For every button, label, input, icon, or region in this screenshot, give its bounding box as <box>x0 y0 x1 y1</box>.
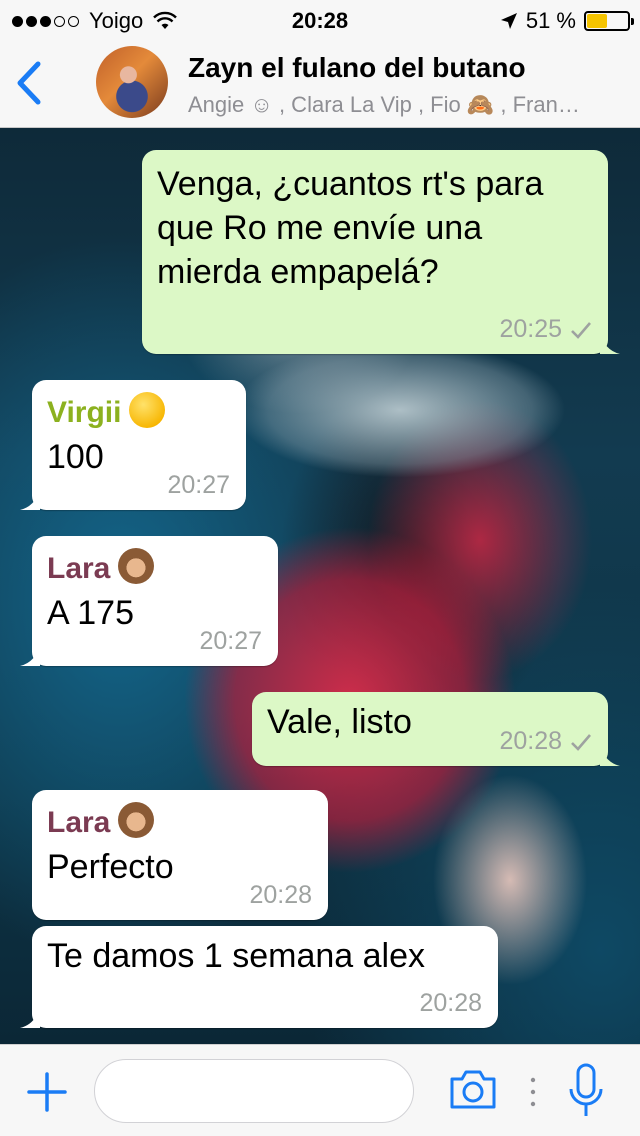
message-time: 20:28 <box>419 989 482 1017</box>
message-bubble[interactable]: Te damos 1 semana alex 20:28 <box>20 926 498 1028</box>
check-icon <box>571 733 591 751</box>
see-no-evil-monkey-icon <box>118 802 155 838</box>
message-bubble[interactable]: Venga, ¿cuantos rt's para que Ro me enví… <box>142 150 620 354</box>
message-bubble[interactable]: Lara A 175 20:27 <box>20 536 278 666</box>
message-time: 20:27 <box>167 471 230 499</box>
message-time: 20:27 <box>199 627 262 655</box>
message-time: 20:28 <box>499 727 562 755</box>
composer-bar <box>0 1044 640 1136</box>
sender-name: Virgii <box>47 396 122 429</box>
chat-participants[interactable]: Angie ☺︎ , Clara La Vip , Fio 🙈 , Fran… <box>188 92 624 118</box>
see-no-evil-monkey-icon <box>118 548 155 584</box>
message-time: 20:25 <box>499 315 562 343</box>
group-avatar[interactable] <box>96 46 168 118</box>
sender-name: Lara <box>47 552 111 585</box>
chat-title[interactable]: Zayn el fulano del butano <box>188 52 526 84</box>
chat-header: Zayn el fulano del butano Angie ☺︎ , Cla… <box>0 40 640 128</box>
battery-icon <box>584 11 634 31</box>
status-bar: Yoigo 20:28 51 % <box>0 0 640 40</box>
message-time: 20:28 <box>249 881 312 909</box>
message-text: Venga, ¿cuantos rt's para que Ro me enví… <box>157 165 544 291</box>
more-dots-icon <box>530 1077 536 1107</box>
message-input[interactable] <box>94 1059 414 1123</box>
plus-icon[interactable] <box>26 1071 68 1113</box>
message-bubble[interactable]: Virgii 100 20:27 <box>20 380 246 510</box>
message-text: Te damos 1 semana alex <box>47 937 425 975</box>
camera-icon[interactable] <box>448 1067 498 1111</box>
back-chevron-icon[interactable] <box>10 58 50 108</box>
sender-name: Lara <box>47 806 111 839</box>
message-bubble[interactable]: Lara Perfecto 20:28 <box>32 790 328 920</box>
message-bubble[interactable]: Vale, listo 20:28 <box>252 692 620 766</box>
microphone-icon[interactable] <box>568 1063 604 1119</box>
location-arrow-icon <box>500 13 517 29</box>
smile-emoji-icon <box>129 392 166 428</box>
battery-percent: 51 % <box>525 8 576 33</box>
check-icon <box>571 321 591 339</box>
